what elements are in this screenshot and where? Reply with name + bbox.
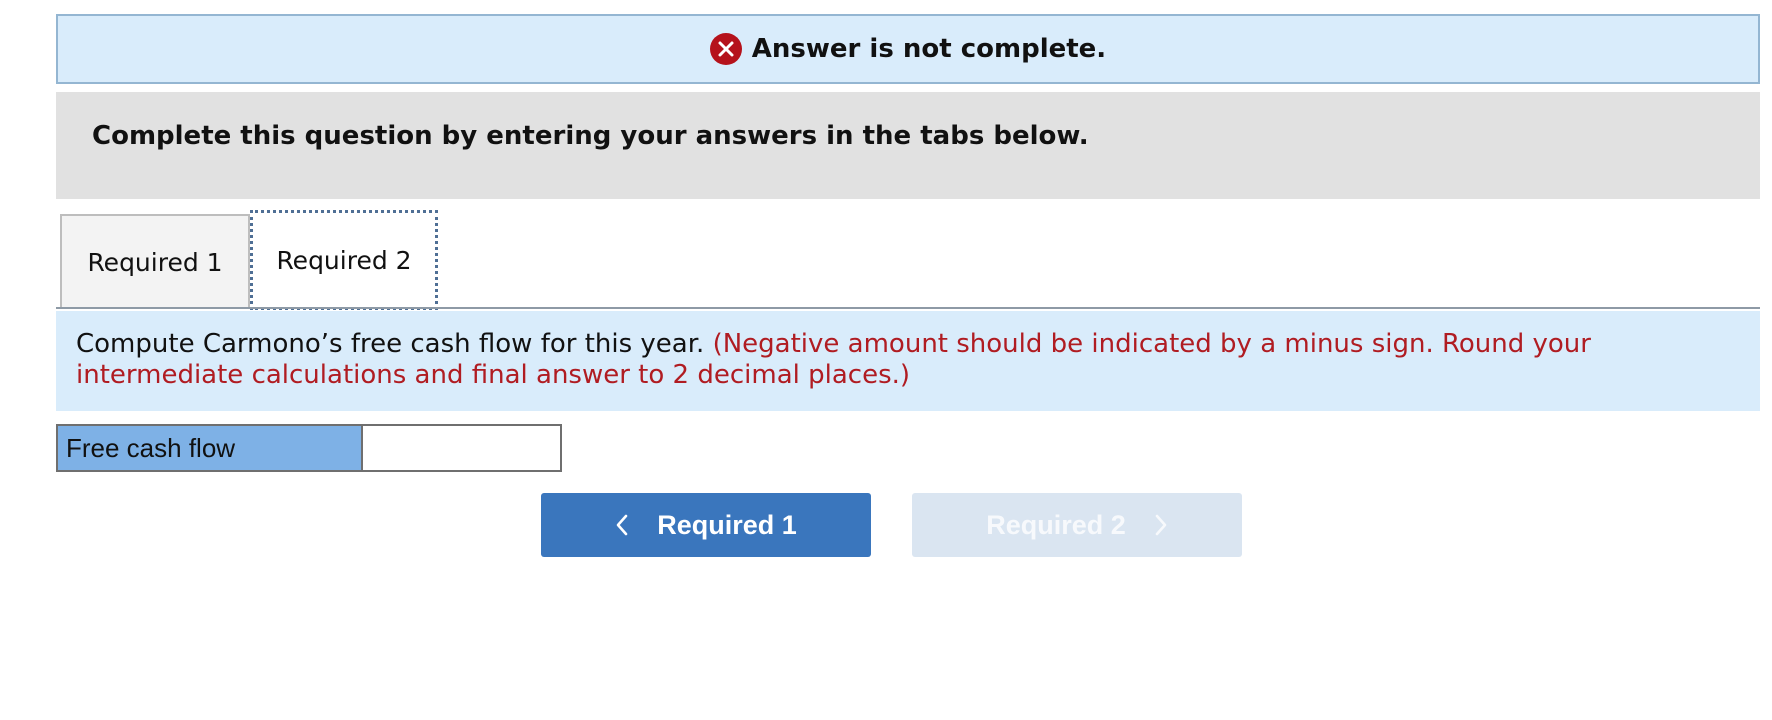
tab-label: Required 1: [87, 247, 223, 277]
chevron-right-icon: [1154, 514, 1168, 536]
tab-required-2[interactable]: Required 2: [250, 210, 438, 310]
error-x-icon: [709, 33, 742, 65]
question-text: Compute Carmono’s free cash flow for thi…: [76, 329, 705, 359]
question-panel: Compute Carmono’s free cash flow for thi…: [56, 311, 1760, 411]
tab-required-1[interactable]: Required 1: [60, 214, 250, 308]
tabs-divider: [56, 307, 1760, 309]
chevron-left-icon: [615, 514, 629, 536]
next-button-label: Required 2: [986, 509, 1126, 540]
free-cash-flow-label: Free cash flow: [56, 424, 362, 472]
free-cash-flow-input[interactable]: [362, 424, 562, 472]
tab-label: Required 2: [276, 245, 412, 275]
instruction-text: Complete this question by entering your …: [56, 92, 1760, 199]
banner-text: Answer is not complete.: [751, 34, 1107, 64]
prev-button-label: Required 1: [657, 509, 797, 540]
status-banner: Answer is not complete.: [56, 14, 1760, 84]
next-required-2-button: Required 2: [912, 493, 1242, 557]
answer-row: Free cash flow: [56, 424, 562, 472]
prev-required-1-button[interactable]: Required 1: [541, 493, 871, 557]
